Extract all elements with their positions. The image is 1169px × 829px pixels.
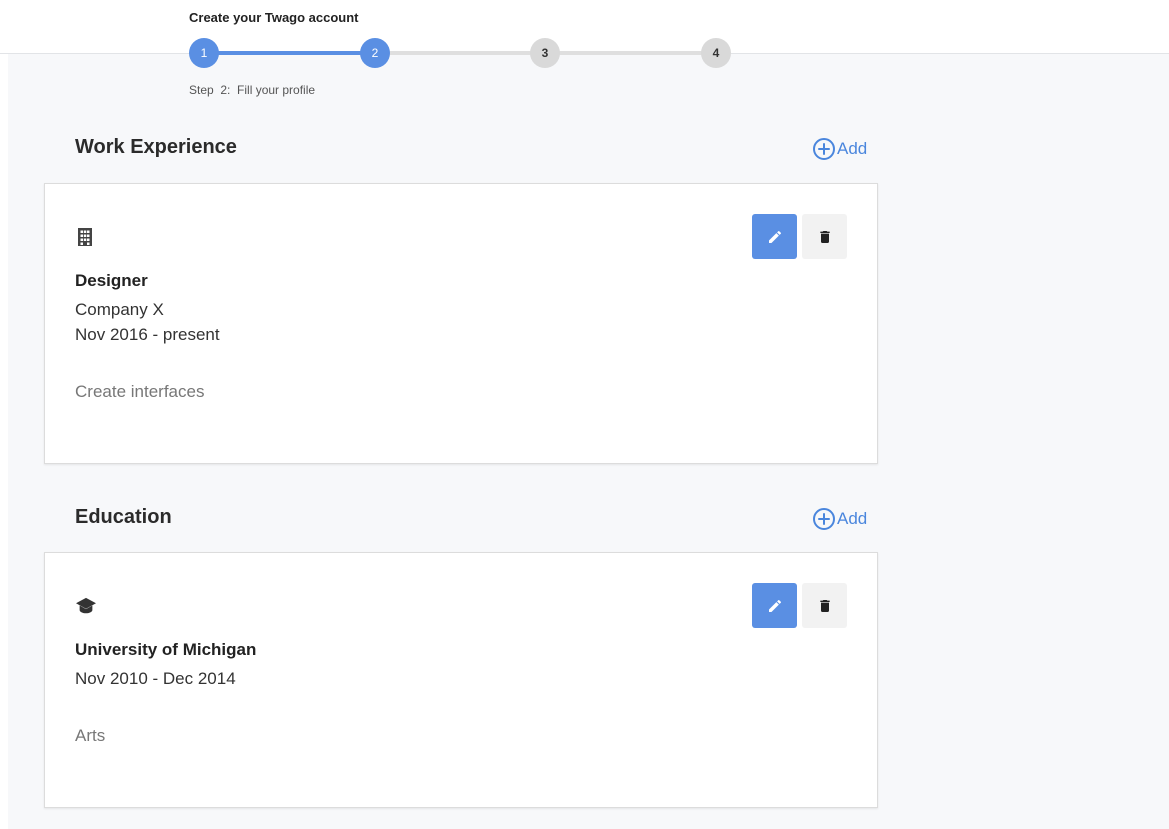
step-2-indicator[interactable]: 2 [360, 38, 390, 68]
education-field: Arts [75, 726, 106, 745]
page-title: Create your Twago account [189, 10, 359, 25]
add-work-experience-button[interactable]: Add [812, 137, 867, 161]
school-name: University of Michigan [75, 640, 257, 659]
education-period: Nov 2010 - Dec 2014 [75, 669, 236, 688]
step-1-indicator[interactable]: 1 [189, 38, 219, 68]
education-card: University of Michigan Nov 2010 - Dec 20… [44, 552, 878, 808]
work-period: Nov 2016 - present [75, 325, 220, 344]
step-3-indicator[interactable]: 3 [530, 38, 560, 68]
work-experience-card: Designer Company X Nov 2016 - present Cr… [44, 183, 878, 464]
pencil-icon [768, 599, 781, 612]
plus-circle-icon [813, 508, 835, 530]
plus-circle-icon [813, 138, 835, 160]
edit-education-button[interactable] [752, 583, 797, 628]
work-experience-heading: Work Experience [75, 136, 237, 158]
building-icon [75, 227, 95, 247]
stepper-track-completed [204, 51, 384, 55]
company-name: Company X [75, 300, 164, 319]
trash-icon [819, 230, 830, 243]
add-label: Add [837, 139, 868, 158]
progress-stepper: 1 2 3 4 [189, 38, 731, 68]
education-heading: Education [75, 506, 172, 528]
add-education-button[interactable]: Add [812, 507, 867, 531]
step-caption: Step 2: Fill your profile [189, 83, 316, 97]
trash-icon [819, 599, 830, 612]
delete-work-experience-button[interactable] [802, 214, 847, 259]
step-4-indicator[interactable]: 4 [701, 38, 731, 68]
delete-education-button[interactable] [802, 583, 847, 628]
add-label: Add [837, 509, 868, 528]
work-description: Create interfaces [75, 382, 205, 401]
graduation-cap-icon [75, 596, 96, 616]
pencil-icon [768, 230, 781, 243]
edit-work-experience-button[interactable] [752, 214, 797, 259]
job-title: Designer [75, 271, 148, 290]
